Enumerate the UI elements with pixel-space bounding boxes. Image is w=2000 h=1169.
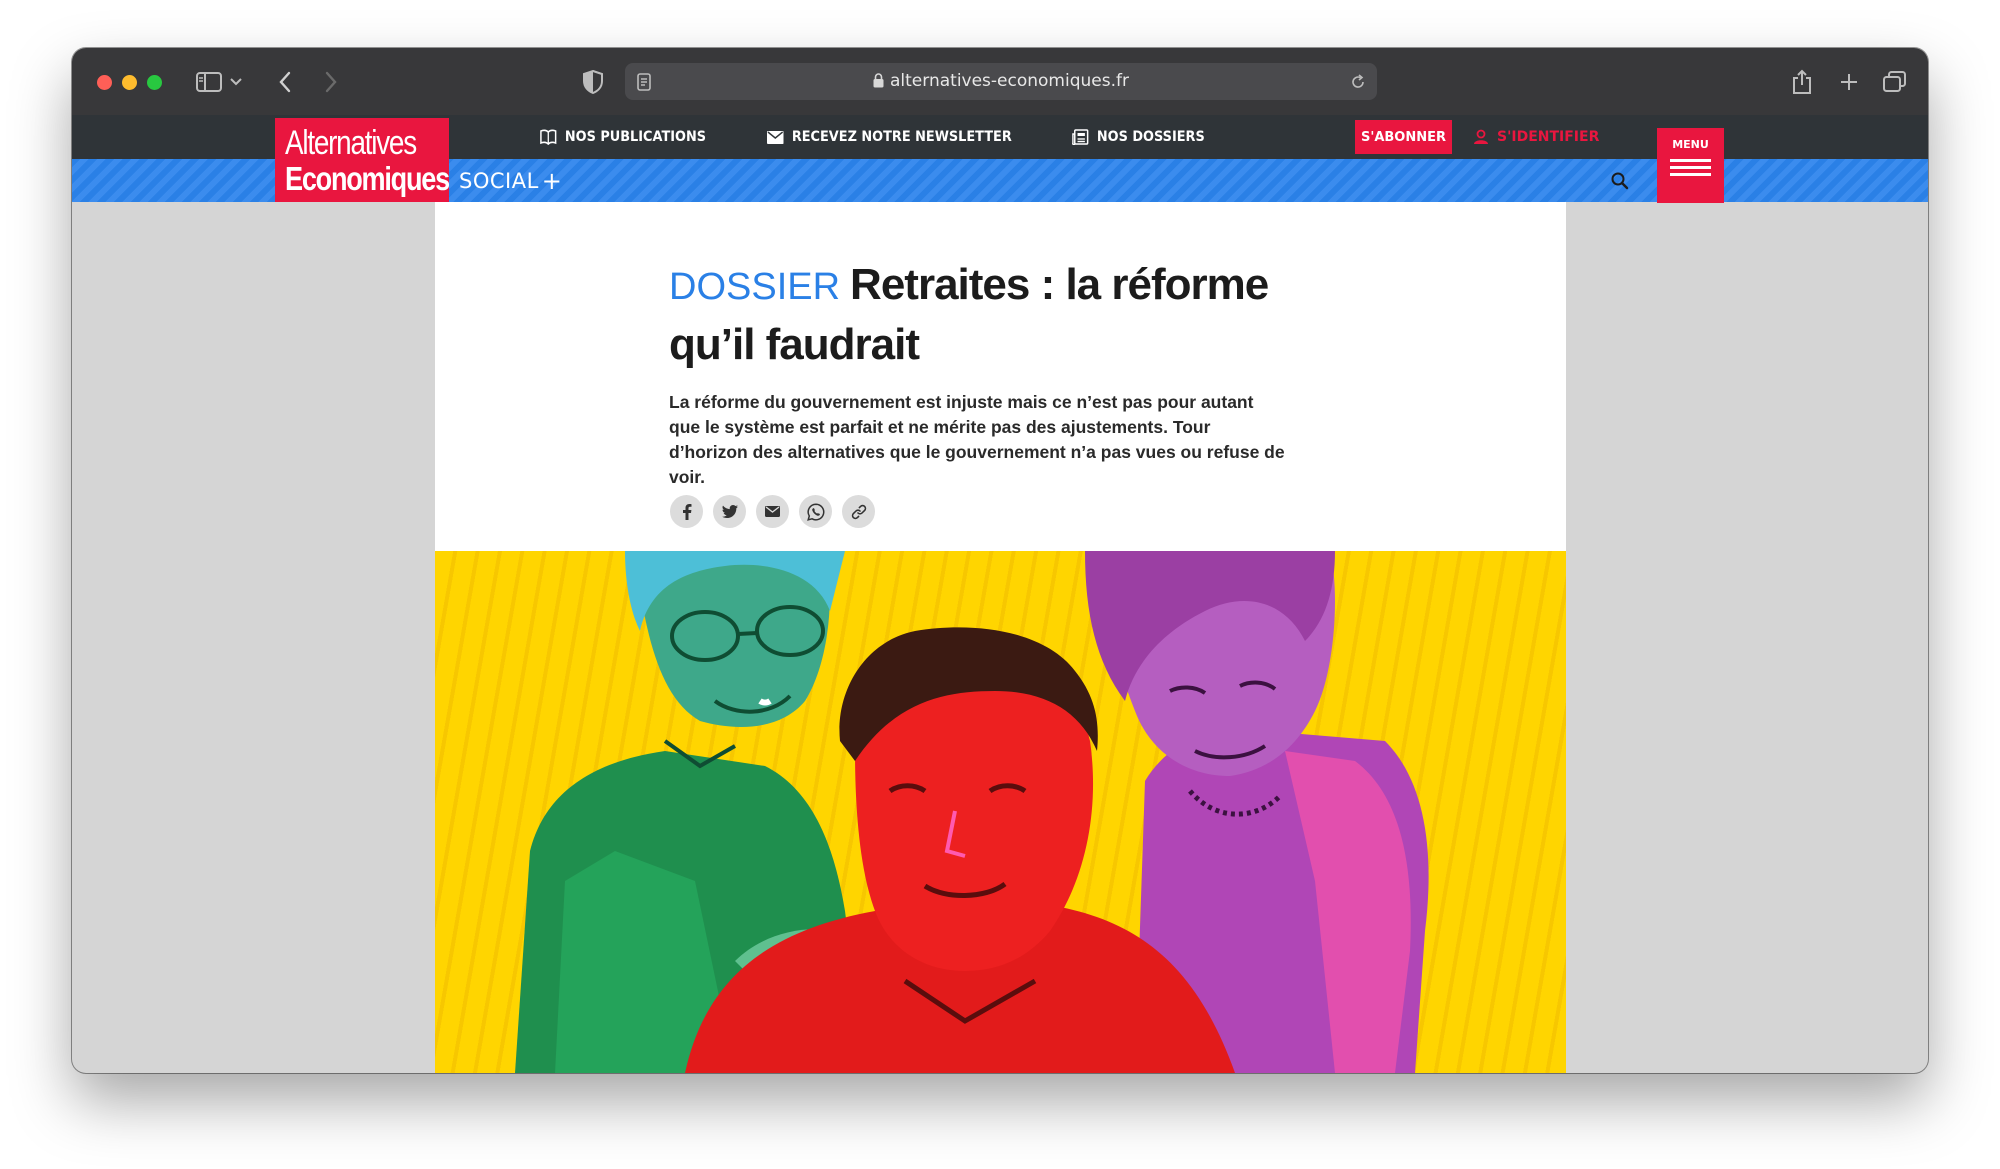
book-icon	[540, 129, 557, 145]
menu-button[interactable]: MENU	[1657, 128, 1724, 203]
share-bar	[670, 495, 875, 528]
share-icon[interactable]	[1787, 67, 1817, 97]
back-icon[interactable]	[270, 67, 300, 97]
article-lead: La réforme du gouvernement est injuste m…	[669, 392, 1285, 487]
subscribe-button[interactable]: S'ABONNER	[1355, 120, 1452, 154]
login-label: S'IDENTIFIER	[1497, 129, 1600, 145]
twitter-icon[interactable]	[713, 495, 746, 528]
article: DOSSIER Retraites : la réforme qu’il faud…	[435, 202, 1566, 1073]
minimize-window-button[interactable]	[122, 75, 137, 90]
logo-line-2: Economiques	[285, 160, 450, 197]
section-plus: +	[541, 166, 563, 195]
section-label[interactable]: SOCIAL +	[459, 159, 562, 202]
article-title: DOSSIER Retraites : la réforme qu’il faud…	[669, 256, 1309, 374]
address-bar[interactable]: alternatives-economiques.fr	[625, 63, 1377, 100]
nav-newsletter[interactable]: RECEVEZ NOTRE NEWSLETTER	[767, 115, 1012, 159]
chevron-down-icon[interactable]	[228, 67, 244, 97]
dossier-illustration	[435, 551, 1566, 1073]
shield-icon[interactable]	[578, 67, 608, 97]
close-window-button[interactable]	[97, 75, 112, 90]
nav-newsletter-label: RECEVEZ NOTRE NEWSLETTER	[791, 129, 1012, 145]
nav-dossiers-label: NOS DOSSIERS	[1096, 129, 1205, 145]
site-logo[interactable]: Alternatives Economiques	[275, 118, 450, 202]
search-icon[interactable]	[1609, 170, 1631, 192]
facebook-icon[interactable]	[670, 495, 703, 528]
nav-dossiers[interactable]: NOS DOSSIERS	[1072, 115, 1205, 159]
illustration-art	[515, 551, 1429, 1073]
whatsapp-icon[interactable]	[799, 495, 832, 528]
login-link[interactable]: S'IDENTIFIER	[1473, 115, 1599, 159]
tabs-icon[interactable]	[1880, 67, 1910, 97]
sidebar-icon[interactable]	[194, 67, 224, 97]
nav-publications[interactable]: NOS PUBLICATIONS	[540, 115, 706, 159]
section-name: SOCIAL	[459, 168, 539, 193]
reload-icon[interactable]	[1343, 67, 1373, 97]
email-icon[interactable]	[756, 495, 789, 528]
newspaper-icon	[1072, 129, 1089, 145]
nav-publications-label: NOS PUBLICATIONS	[564, 129, 707, 145]
zoom-window-button[interactable]	[147, 75, 162, 90]
user-icon	[1473, 129, 1489, 145]
forward-icon[interactable]	[316, 67, 346, 97]
lock-icon	[873, 65, 884, 102]
browser-window: alternatives-economiques.fr Alternatives…	[72, 48, 1928, 1073]
envelope-icon	[767, 130, 784, 144]
menu-label: MENU	[1672, 138, 1709, 151]
url-text: alternatives-economiques.fr	[625, 63, 1377, 100]
new-tab-icon[interactable]	[1834, 67, 1864, 97]
article-kicker[interactable]: DOSSIER	[669, 266, 840, 308]
url-label: alternatives-economiques.fr	[890, 71, 1129, 91]
link-icon[interactable]	[842, 495, 875, 528]
browser-toolbar: alternatives-economiques.fr	[72, 48, 1928, 115]
logo-line-1: Alternatives	[285, 124, 417, 162]
